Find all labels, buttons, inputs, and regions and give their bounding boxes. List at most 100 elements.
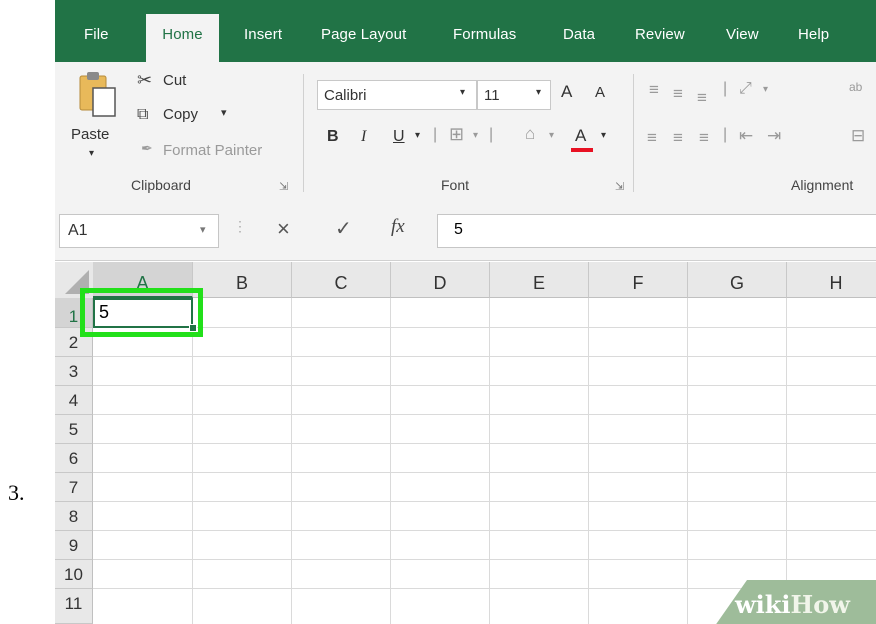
spreadsheet-grid: A B C D E F G H 1 2 3 4 5 6 7 8 9 10 11 bbox=[55, 262, 876, 624]
align-bottom-icon[interactable]: ≡ bbox=[697, 88, 707, 108]
bold-button[interactable]: B bbox=[327, 128, 339, 146]
paste-label: Paste bbox=[71, 126, 110, 143]
column-header-b[interactable]: B bbox=[193, 262, 292, 298]
decrease-indent-icon[interactable]: ⇤ bbox=[739, 126, 753, 146]
ribbon-tab-bar: File Home Insert Page Layout Formulas Da… bbox=[55, 0, 876, 62]
row-header[interactable]: 3 bbox=[55, 357, 93, 386]
increase-font-size-button[interactable]: A bbox=[561, 82, 572, 102]
tab-home[interactable]: Home bbox=[146, 14, 219, 62]
orientation-icon[interactable]: ⤢ bbox=[739, 80, 752, 98]
row-header[interactable]: 4 bbox=[55, 386, 93, 415]
column-header-g[interactable]: G bbox=[688, 262, 787, 298]
tab-file[interactable]: File bbox=[84, 26, 109, 43]
font-name-value: Calibri bbox=[324, 87, 367, 104]
chevron-down-icon: ▾ bbox=[536, 87, 542, 98]
grid-line bbox=[93, 414, 876, 415]
grid-line bbox=[93, 443, 876, 444]
ribbon-separator bbox=[633, 74, 634, 192]
font-size-value: 11 bbox=[484, 87, 500, 104]
align-middle-icon[interactable]: ≡ bbox=[673, 84, 683, 104]
chevron-down-icon: ▾ bbox=[460, 87, 466, 98]
tab-help[interactable]: Help bbox=[798, 26, 829, 43]
grid-line bbox=[390, 298, 391, 624]
format-painter-icon: ✒ bbox=[141, 140, 153, 156]
row-header[interactable]: 9 bbox=[55, 531, 93, 560]
column-header-h[interactable]: H bbox=[787, 262, 876, 298]
font-color-dropdown-icon[interactable]: ▾ bbox=[601, 130, 606, 141]
font-color-bar bbox=[571, 148, 593, 152]
separator-icon: | bbox=[723, 80, 728, 97]
clipboard-launcher-icon[interactable]: ⇲ bbox=[279, 180, 288, 193]
tab-view[interactable]: View bbox=[726, 26, 759, 43]
cut-button[interactable]: Cut bbox=[163, 72, 186, 89]
font-launcher-icon[interactable]: ⇲ bbox=[615, 180, 624, 193]
font-group-label: Font bbox=[441, 177, 470, 193]
row-header[interactable]: 8 bbox=[55, 502, 93, 531]
column-header-e[interactable]: E bbox=[490, 262, 589, 298]
column-header-c[interactable]: C bbox=[292, 262, 391, 298]
row-header[interactable]: 10 bbox=[55, 560, 93, 589]
align-center-icon[interactable]: ≡ bbox=[673, 128, 683, 148]
borders-dropdown-icon[interactable]: ▾ bbox=[473, 130, 478, 141]
grid-line bbox=[291, 298, 292, 624]
paste-button[interactable]: Paste ▾ bbox=[71, 68, 119, 168]
ribbon-separator bbox=[303, 74, 304, 192]
name-box[interactable]: A1 ▾ bbox=[59, 214, 219, 248]
increase-indent-icon[interactable]: ⇥ bbox=[767, 126, 781, 146]
separator-icon: | bbox=[489, 126, 494, 143]
highlight-box bbox=[80, 288, 203, 337]
grid-line bbox=[93, 530, 876, 531]
merge-center-icon[interactable]: ⊟ bbox=[851, 126, 865, 146]
excel-window: File Home Insert Page Layout Formulas Da… bbox=[55, 0, 876, 624]
align-right-icon[interactable]: ≡ bbox=[699, 128, 709, 148]
italic-button[interactable]: I bbox=[361, 128, 366, 146]
underline-dropdown-icon[interactable]: ▾ bbox=[415, 130, 420, 141]
fill-color-dropdown-icon[interactable]: ▾ bbox=[549, 130, 554, 141]
insert-function-button[interactable]: fx bbox=[391, 216, 405, 238]
drag-handle-icon[interactable]: ⋮ bbox=[233, 218, 247, 235]
chevron-down-icon: ▾ bbox=[200, 224, 206, 236]
formula-input[interactable]: 5 bbox=[437, 214, 876, 248]
step-number: 3. bbox=[8, 480, 25, 505]
cancel-button[interactable]: × bbox=[277, 216, 290, 242]
font-size-dropdown[interactable]: 11 ▾ bbox=[477, 80, 551, 110]
copy-button[interactable]: Copy bbox=[163, 106, 198, 123]
tab-page-layout[interactable]: Page Layout bbox=[321, 26, 406, 43]
column-header-f[interactable]: F bbox=[589, 262, 688, 298]
paste-dropdown-icon[interactable]: ▾ bbox=[89, 148, 94, 159]
align-top-icon[interactable]: ≡ bbox=[649, 80, 659, 100]
font-color-button[interactable]: A bbox=[575, 126, 586, 146]
ribbon: Paste ▾ ✂ Cut ⧉ Copy ▾ ✒ Format Painter … bbox=[55, 62, 876, 201]
column-header-d[interactable]: D bbox=[391, 262, 490, 298]
format-painter-button[interactable]: Format Painter bbox=[163, 142, 262, 159]
grid-line bbox=[786, 298, 787, 624]
tab-data[interactable]: Data bbox=[563, 26, 595, 43]
font-name-dropdown[interactable]: Calibri ▾ bbox=[317, 80, 477, 110]
borders-icon[interactable]: ⊞ bbox=[449, 124, 464, 145]
formula-value: 5 bbox=[454, 221, 463, 238]
grid-line bbox=[93, 356, 876, 357]
underline-button[interactable]: U bbox=[393, 128, 405, 146]
grid-line bbox=[588, 298, 589, 624]
alignment-group-label: Alignment bbox=[791, 177, 854, 193]
orientation-dropdown-icon[interactable]: ▾ bbox=[763, 84, 768, 95]
grid-line bbox=[489, 298, 490, 624]
row-header[interactable]: 7 bbox=[55, 473, 93, 502]
grid-line bbox=[687, 298, 688, 624]
row-header[interactable]: 11 bbox=[55, 589, 93, 624]
enter-button[interactable]: ✓ bbox=[335, 216, 352, 241]
decrease-font-size-button[interactable]: A bbox=[595, 84, 605, 101]
row-header[interactable]: 6 bbox=[55, 444, 93, 473]
copy-dropdown-icon[interactable]: ▾ bbox=[221, 106, 227, 119]
row-header[interactable]: 5 bbox=[55, 415, 93, 444]
grid-line bbox=[93, 559, 876, 560]
align-left-icon[interactable]: ≡ bbox=[647, 128, 657, 148]
name-box-value: A1 bbox=[68, 222, 88, 239]
wrap-text-button[interactable]: ab bbox=[849, 80, 862, 94]
fill-color-icon[interactable]: ⌂ bbox=[525, 124, 535, 144]
tab-review[interactable]: Review bbox=[635, 26, 685, 43]
grid-line bbox=[93, 501, 876, 502]
tab-insert[interactable]: Insert bbox=[244, 26, 282, 43]
scissors-icon: ✂ bbox=[137, 70, 153, 90]
tab-formulas[interactable]: Formulas bbox=[453, 26, 516, 43]
